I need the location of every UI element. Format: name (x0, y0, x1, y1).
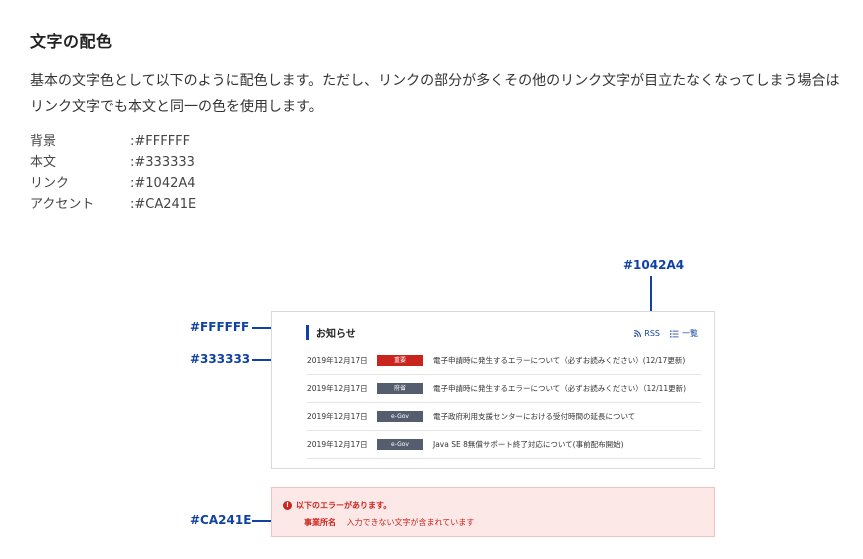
spec-label: リンク (30, 176, 70, 191)
news-item[interactable]: 2019年12月17日 重要 電子申請時に発生するエラーについて（必ずお読みくだ… (307, 347, 701, 375)
news-item[interactable]: 2019年12月17日 e-Gov Java SE 8無償サポート終了対応につい… (307, 431, 701, 459)
news-panel: お知らせ RSS 一覧 2019年12月17日 重要 電子申請時に発生するエラー… (271, 311, 715, 469)
spec-label: 本文 (30, 155, 57, 170)
panel-title: お知らせ (316, 329, 356, 340)
news-link[interactable]: 電子申請時に発生するエラーについて（必ずお読みください）(12/17更新) (433, 355, 685, 366)
spec-row-link: リンク :#1042A4 (30, 173, 196, 194)
callout-link-color: #1042A4 (623, 258, 685, 272)
section-heading: 文字の配色 (30, 32, 113, 51)
news-link[interactable]: 電子政府利用支援センターにおける受付時間の延長について (433, 411, 635, 422)
news-link[interactable]: 電子申請時に発生するエラーについて（必ずお読みください）（12/11更新) (433, 383, 686, 394)
error-message-line: 事業所名 入力できない文字が含まれています (304, 517, 474, 528)
exclamation-icon: ! (283, 501, 292, 510)
spec-row-background: 背景 :#FFFFFF (30, 131, 196, 152)
callout-accent-color: #CA241E (190, 513, 252, 527)
rss-link[interactable]: RSS (634, 329, 660, 338)
list-link[interactable]: 一覧 (670, 328, 698, 339)
callout-body-color: #333333 (190, 352, 251, 366)
title-accent-bar (306, 325, 309, 340)
news-link[interactable]: Java SE 8無償サポート終了対応について(事前配布開始) (433, 439, 624, 450)
news-date: 2019年12月17日 (307, 440, 368, 449)
news-date: 2019年12月17日 (307, 412, 368, 421)
news-badge: 重要 (377, 355, 423, 366)
error-message: 入力できない文字が含まれています (346, 518, 475, 527)
news-badge: e-Gov (377, 439, 423, 450)
list-label: 一覧 (682, 329, 698, 338)
news-item[interactable]: 2019年12月17日 府省 電子申請時に発生するエラーについて（必ずお読みくだ… (307, 375, 701, 403)
news-badge: 府省 (377, 383, 423, 394)
spec-label: アクセント (30, 197, 95, 212)
news-date: 2019年12月17日 (307, 384, 368, 393)
spec-label: 背景 (30, 134, 57, 149)
error-heading-text: 以下のエラーがあります。 (296, 501, 392, 510)
spec-value: :#333333 (130, 155, 195, 170)
news-item[interactable]: 2019年12月17日 e-Gov 電子政府利用支援センターにおける受付時間の延… (307, 403, 701, 431)
news-date: 2019年12月17日 (307, 356, 368, 365)
news-badge: e-Gov (377, 411, 423, 422)
error-box: ! 以下のエラーがあります。 事業所名 入力できない文字が含まれています (271, 487, 715, 537)
intro-paragraph: 基本の文字色として以下のように配色します。ただし、リンクの部分が多くその他のリン… (30, 73, 840, 115)
spec-row-accent: アクセント :#CA241E (30, 194, 196, 215)
spec-value: :#CA241E (130, 197, 197, 212)
list-icon (670, 330, 679, 337)
spec-value: :#1042A4 (130, 176, 196, 191)
spec-value: :#FFFFFF (130, 134, 191, 149)
error-field-link[interactable]: 事業所名 (304, 518, 336, 527)
news-list: 2019年12月17日 重要 電子申請時に発生するエラーについて（必ずお読みくだ… (307, 347, 701, 459)
error-heading: ! 以下のエラーがあります。 (283, 500, 391, 511)
color-spec-list: 背景 :#FFFFFF 本文 :#333333 リンク :#1042A4 アクセ… (30, 131, 196, 215)
rss-icon (634, 330, 642, 337)
panel-links: RSS 一覧 (634, 328, 698, 339)
rss-label: RSS (644, 329, 660, 338)
spec-row-body: 本文 :#333333 (30, 152, 196, 173)
callout-background-color: #FFFFFF (190, 320, 250, 334)
